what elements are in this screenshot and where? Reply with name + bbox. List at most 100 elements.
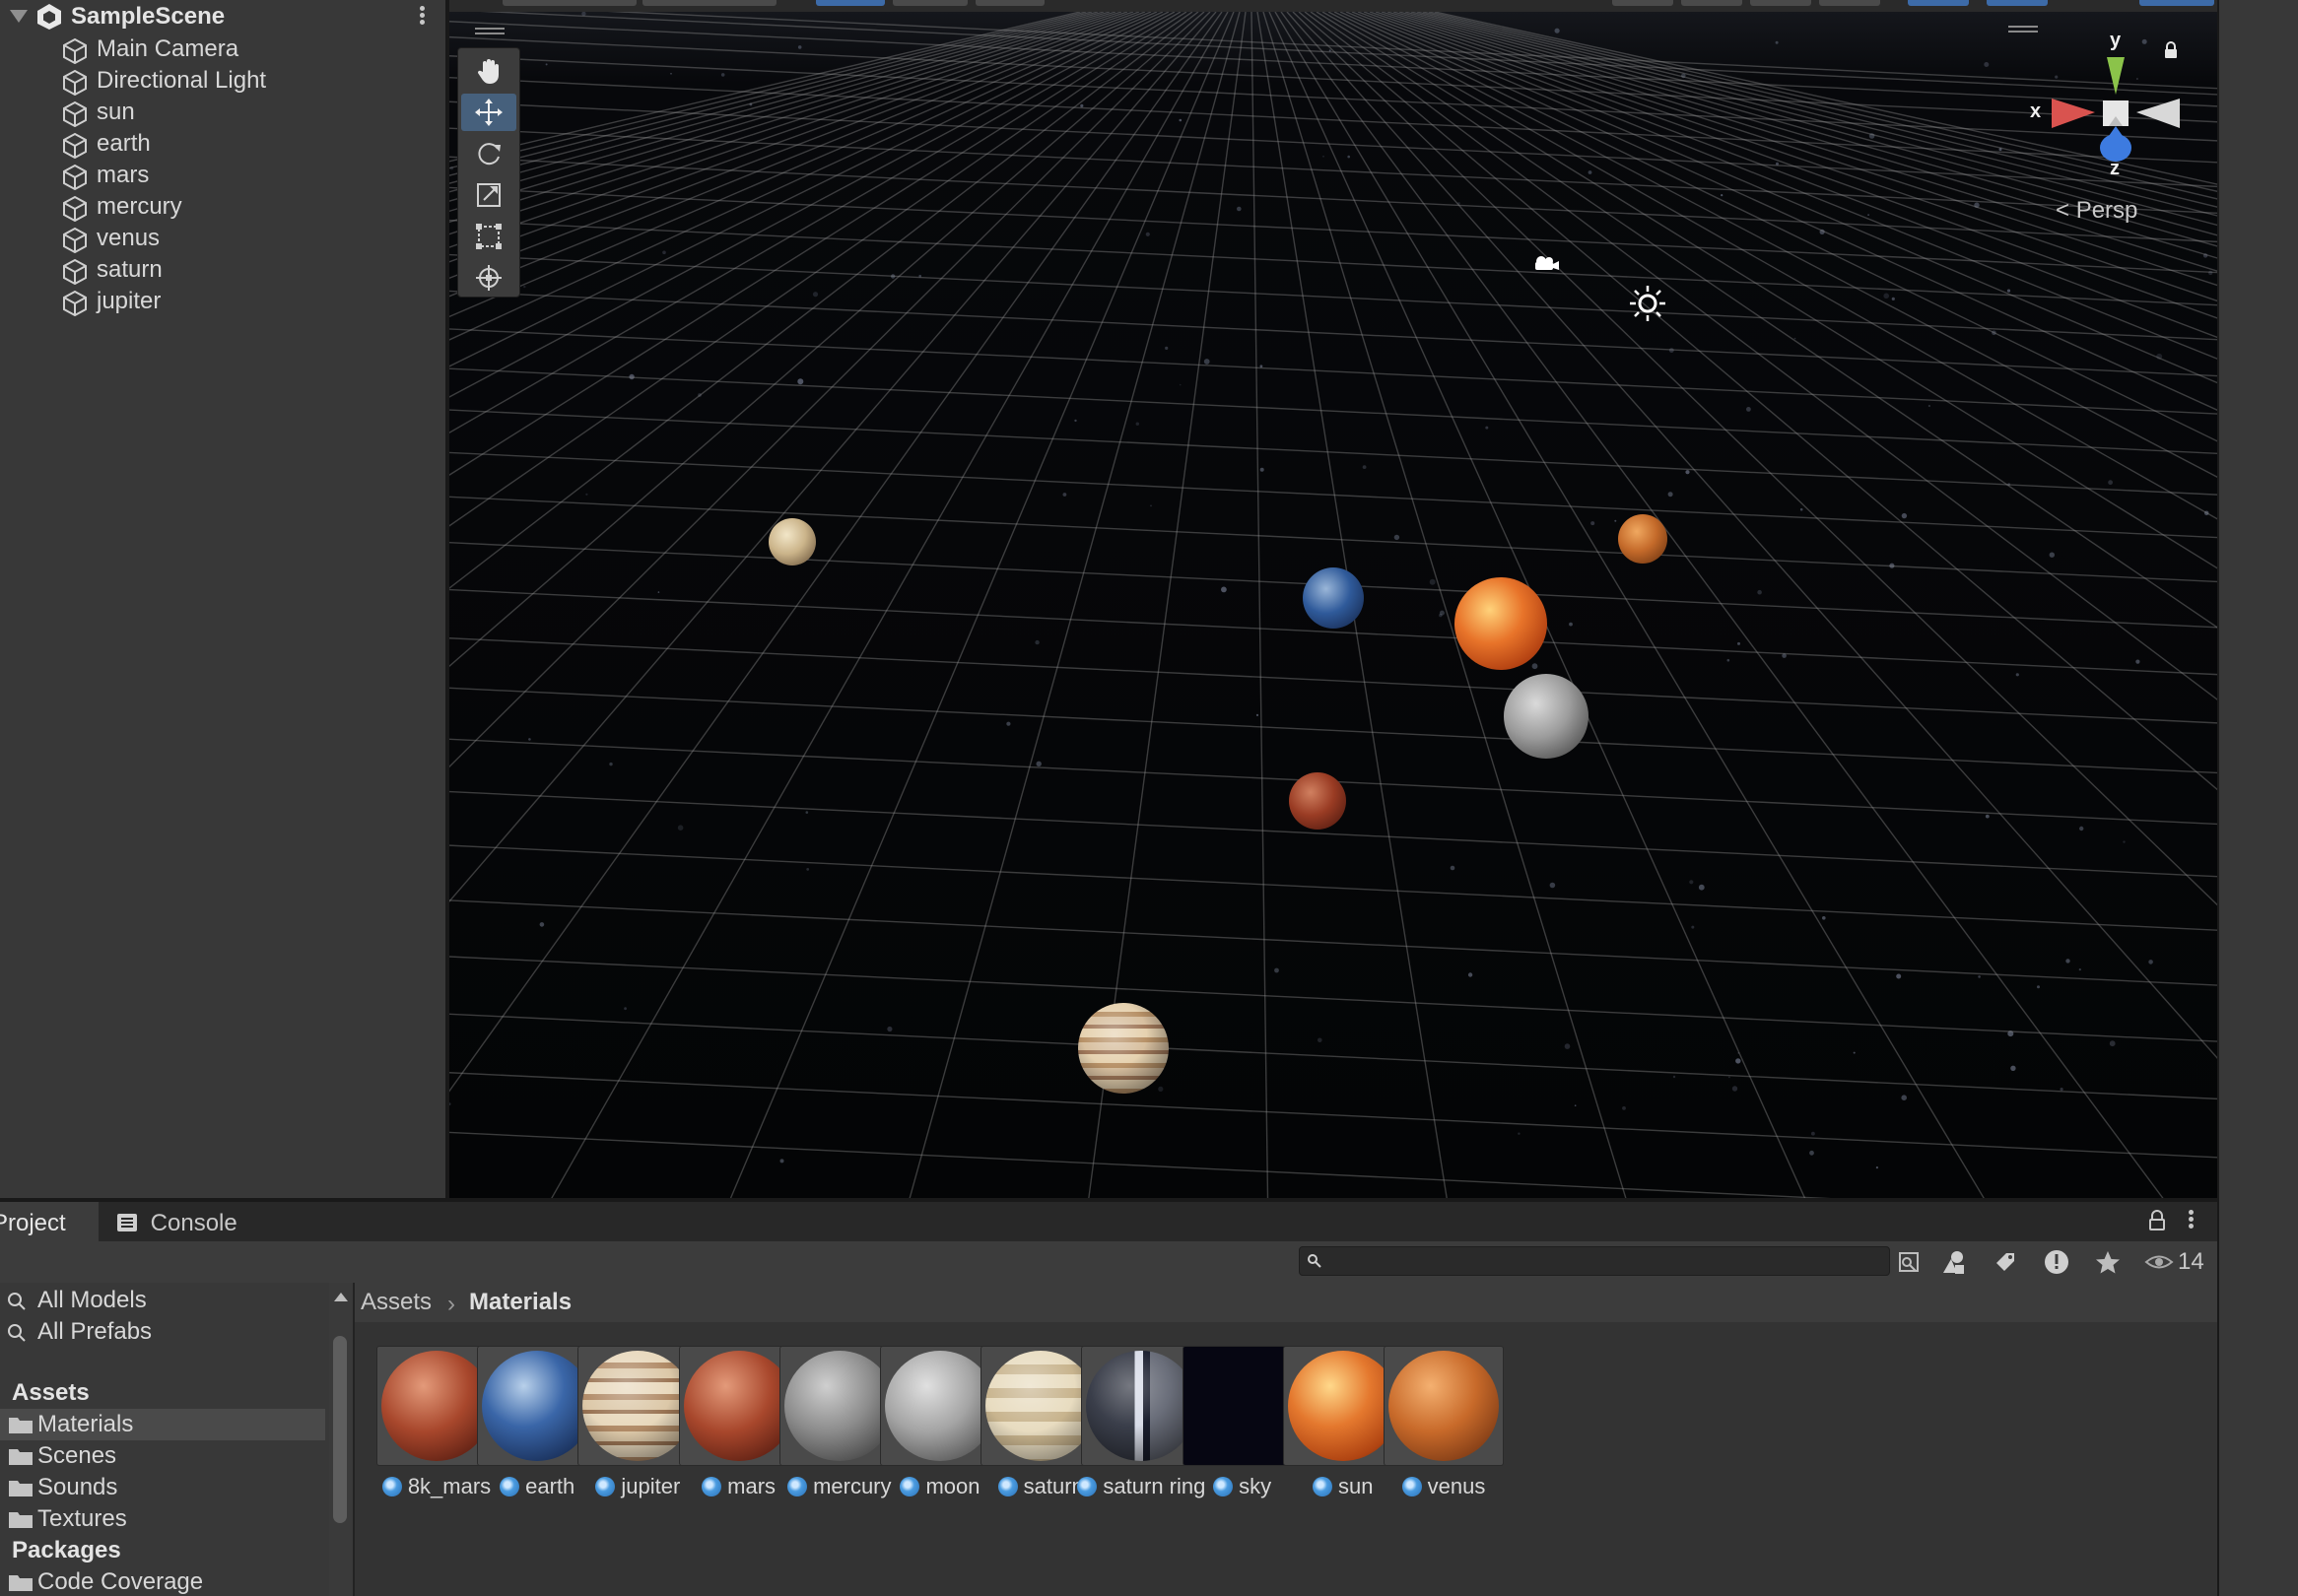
star: [539, 922, 545, 927]
material-asset[interactable]: venus: [1354, 1346, 1504, 1503]
hierarchy-item[interactable]: venus: [0, 223, 445, 254]
search-mode-icon[interactable]: [1892, 1247, 1926, 1277]
hierarchy-item[interactable]: mercury: [0, 191, 445, 223]
toolbar-segment[interactable]: [503, 0, 637, 6]
hand-tool-button[interactable]: [461, 52, 516, 90]
venus-sphere[interactable]: [769, 518, 816, 565]
toolbar-segment[interactable]: [2139, 0, 2214, 6]
star: [1080, 103, 1084, 107]
jupiter-sphere[interactable]: [1078, 1003, 1169, 1094]
favorite-all-prefabs[interactable]: All Prefabs: [0, 1316, 325, 1348]
rotate-icon: [478, 143, 501, 166]
hierarchy-item[interactable]: jupiter: [0, 286, 445, 317]
tree-item-folder[interactable]: Scenes: [0, 1440, 325, 1472]
star: [1531, 663, 1538, 670]
scroll-up-icon[interactable]: [334, 1293, 348, 1301]
tree-item-folder[interactable]: Materials: [0, 1409, 325, 1440]
directional-light-gizmo-icon[interactable]: [1628, 284, 1667, 323]
hierarchy-item[interactable]: Directional Light: [0, 65, 445, 97]
eye-icon[interactable]: [2144, 1247, 2174, 1277]
toolbar-segment[interactable]: [976, 0, 1045, 6]
warning-filter-icon[interactable]: [2040, 1247, 2073, 1277]
toolbar-segment[interactable]: [1987, 0, 2048, 6]
star: [1145, 232, 1150, 236]
hierarchy-item[interactable]: saturn: [0, 254, 445, 286]
gameobject-cube-icon: [63, 258, 87, 285]
toolbar-segment[interactable]: [1612, 0, 1673, 6]
transform-tool-button[interactable]: [461, 259, 516, 297]
toolbar-segment[interactable]: [642, 0, 777, 6]
mercury-sphere[interactable]: [1618, 514, 1667, 564]
star: [1259, 467, 1264, 472]
camera-gizmo-icon[interactable]: [1531, 252, 1561, 274]
tree-item-assets[interactable]: Assets: [0, 1377, 325, 1409]
breadcrumb-assets[interactable]: Assets: [361, 1289, 432, 1316]
star: [1672, 1075, 1676, 1079]
material-icon: [1213, 1477, 1234, 1496]
orientation-gizmo[interactable]: y x z: [2030, 30, 2207, 187]
scene-menu-icon[interactable]: [414, 4, 430, 30]
scene-viewport[interactable]: [449, 12, 2217, 1198]
favorite-all-models[interactable]: All Models: [0, 1285, 325, 1316]
rect-tool-button[interactable]: [461, 218, 516, 255]
collapse-triangle-icon[interactable]: [10, 10, 28, 23]
filter-by-type-icon[interactable]: [1937, 1247, 1971, 1277]
gameobject-cube-icon: [63, 100, 87, 127]
toolbar-segment[interactable]: [1750, 0, 1811, 6]
tree-item-code-coverage[interactable]: Code Coverage: [0, 1566, 325, 1596]
gizmo-lock-icon[interactable]: [2164, 41, 2178, 59]
tree-item-folder[interactable]: Sounds: [0, 1472, 325, 1503]
star: [1255, 713, 1259, 717]
hierarchy-scene-header[interactable]: SampleScene: [0, 0, 445, 33]
scrollbar-thumb[interactable]: [333, 1336, 347, 1523]
gizmo-z-label: z: [2110, 158, 2120, 179]
toolbar-segment[interactable]: [1819, 0, 1880, 6]
star: [1035, 639, 1040, 645]
tab-project[interactable]: Project: [0, 1202, 99, 1241]
transform-icon: [476, 265, 502, 291]
toolbar-segment[interactable]: [816, 0, 885, 6]
move-tool-button[interactable]: [461, 94, 516, 131]
hierarchy-item[interactable]: sun: [0, 97, 445, 128]
star: [2060, 1088, 2063, 1092]
panel-menu-icon[interactable]: [2184, 1208, 2197, 1229]
toolbar-drag-handle[interactable]: [475, 28, 505, 35]
star: [1569, 622, 1573, 627]
gizmo-x-label: x: [2030, 100, 2042, 122]
projection-label: Persp: [2075, 197, 2138, 224]
visible-count: 14: [2178, 1248, 2204, 1275]
projection-toggle[interactable]: < Persp: [2056, 197, 2137, 225]
star: [1867, 214, 1869, 217]
asset-browser: Assets › Materials 8k_mars earth jupiter ma…: [355, 1283, 2217, 1596]
scene-top-toolbar: [449, 0, 2217, 12]
project-search-input[interactable]: [1299, 1246, 1890, 1276]
hierarchy-item[interactable]: Main Camera: [0, 33, 445, 65]
star: [1667, 492, 1673, 498]
tree-item-folder[interactable]: Textures: [0, 1503, 325, 1535]
tab-console[interactable]: Console: [116, 1202, 254, 1241]
panel-lock-icon[interactable]: [2148, 1210, 2166, 1231]
toolbar-segment[interactable]: [1681, 0, 1742, 6]
rotate-tool-button[interactable]: [461, 135, 516, 172]
tree-item-packages[interactable]: Packages: [0, 1535, 325, 1566]
sun-sphere[interactable]: [1454, 577, 1547, 670]
filter-by-label-icon[interactable]: [1989, 1247, 2022, 1277]
earth-sphere[interactable]: [1303, 567, 1364, 629]
favorite-star-icon[interactable]: [2091, 1247, 2125, 1277]
mars-sphere[interactable]: [1289, 772, 1346, 830]
moon-sphere[interactable]: [1504, 674, 1588, 759]
folder-icon: [9, 1481, 33, 1496]
star: [1237, 206, 1242, 212]
tab-project-label: Project: [0, 1210, 66, 1236]
search-icon: [1308, 1254, 1321, 1268]
scale-tool-button[interactable]: [461, 176, 516, 214]
hierarchy-item[interactable]: mars: [0, 160, 445, 191]
toolbar-segment[interactable]: [893, 0, 968, 6]
star: [1793, 337, 1796, 340]
star: [1811, 1131, 1815, 1136]
breadcrumb-materials[interactable]: Materials: [469, 1289, 572, 1316]
hierarchy-item[interactable]: earth: [0, 128, 445, 160]
star: [1006, 721, 1011, 726]
toolbar-segment[interactable]: [1908, 0, 1969, 6]
star: [1799, 507, 1803, 511]
